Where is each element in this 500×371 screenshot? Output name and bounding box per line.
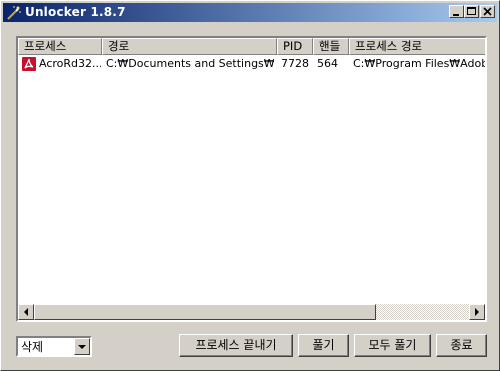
list-header: 프로세스 경로 PID 핸들 프로세스 경로 — [18, 38, 485, 55]
action-select-value: 삭제 — [21, 340, 44, 354]
horizontal-scrollbar[interactable] — [18, 304, 485, 320]
cell-handle: 564 — [317, 57, 338, 70]
cell-path: C:₩Documents and Settings₩... — [106, 57, 274, 70]
acrobat-pdf-icon — [21, 56, 37, 72]
scroll-thumb[interactable] — [34, 304, 376, 320]
cell-pid: 7728 — [281, 57, 309, 70]
dropdown-button[interactable] — [74, 338, 90, 355]
scroll-left-button[interactable] — [18, 304, 34, 320]
kill-process-button[interactable]: 프로세스 끝내기 — [179, 334, 293, 357]
maximize-icon — [467, 7, 476, 15]
column-header-process-path[interactable]: 프로세스 경로 — [349, 38, 485, 55]
action-select[interactable]: 삭제 — [16, 336, 92, 357]
column-header-process[interactable]: 프로세스 — [18, 38, 102, 55]
column-header-pid[interactable]: PID — [277, 38, 313, 55]
chevron-down-icon — [78, 345, 86, 349]
maximize-button[interactable] — [464, 5, 479, 18]
window-title: Unlocker 1.8.7 — [25, 5, 126, 19]
table-row[interactable]: AcroRd32... C:₩Documents and Settings₩..… — [18, 55, 485, 73]
arrow-right-icon — [475, 308, 479, 316]
unlock-button[interactable]: 풀기 — [298, 334, 349, 357]
close-button[interactable] — [480, 5, 495, 18]
close-icon — [483, 7, 492, 16]
scroll-right-button[interactable] — [469, 304, 485, 320]
wand-icon — [6, 5, 22, 21]
title-bar[interactable]: Unlocker 1.8.7 — [3, 3, 497, 22]
arrow-left-icon — [24, 308, 28, 316]
unlock-all-button[interactable]: 모두 풀기 — [354, 334, 431, 357]
minimize-button[interactable] — [449, 5, 464, 18]
quit-button[interactable]: 종료 — [436, 334, 487, 357]
column-header-path[interactable]: 경로 — [102, 38, 277, 55]
unlocker-window: Unlocker 1.8.7 프로세스 경로 PID 핸들 프로세스 경로 Ac… — [0, 0, 500, 371]
cell-process-path: C:₩Program Files₩Adobe₩ — [353, 57, 485, 70]
minimize-icon — [453, 14, 459, 16]
cell-process: AcroRd32... — [39, 57, 101, 70]
process-list[interactable]: 프로세스 경로 PID 핸들 프로세스 경로 AcroRd32... C:₩Do… — [16, 36, 487, 322]
column-header-handle[interactable]: 핸들 — [313, 38, 349, 55]
